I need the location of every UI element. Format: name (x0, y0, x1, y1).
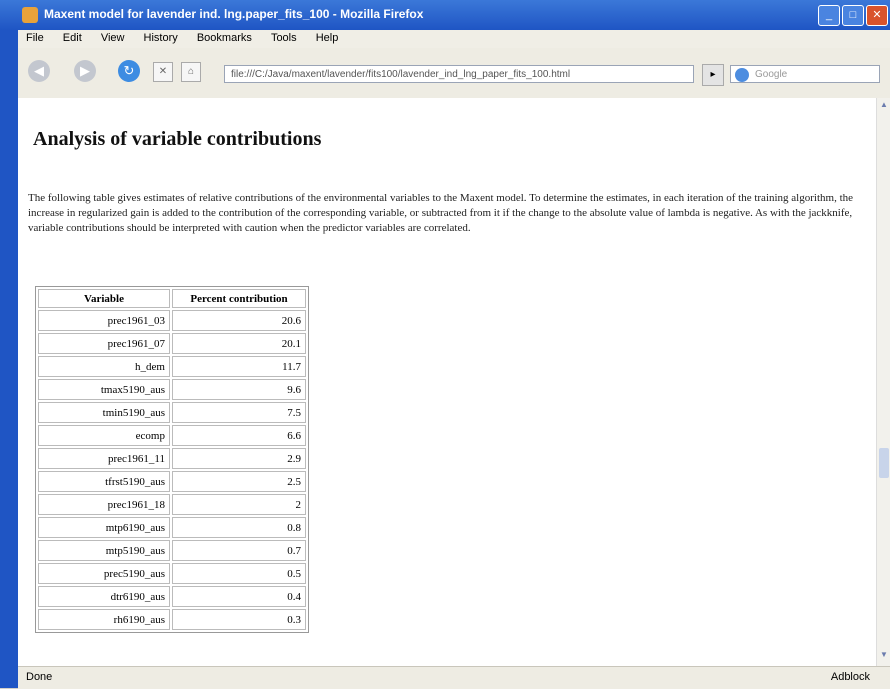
menu-history[interactable]: History (136, 30, 186, 46)
home-icon[interactable]: ⌂ (181, 62, 201, 82)
table-row: prec1961_18 2 (38, 494, 306, 515)
reload-icon[interactable]: ↻ (118, 60, 140, 82)
variable-cell: prec1961_03 (38, 310, 170, 331)
column-header-contribution: Percent contribution (172, 289, 306, 308)
go-button[interactable]: ▸ (702, 64, 724, 86)
minimize-button[interactable]: _ (818, 5, 840, 26)
contribution-table: Variable Percent contribution prec1961_0… (35, 286, 309, 633)
navigation-toolbar: ◀ ▶ ↻ ✕ ⌂ file:///C:/Java/maxent/lavende… (18, 48, 890, 99)
contribution-cell: 0.3 (172, 609, 306, 630)
variable-cell: prec1961_11 (38, 448, 170, 469)
contribution-cell: 20.6 (172, 310, 306, 331)
variable-cell: h_dem (38, 356, 170, 377)
column-header-variable: Variable (38, 289, 170, 308)
contribution-cell: 2.5 (172, 471, 306, 492)
forward-arrow-icon[interactable]: ▶ (74, 60, 96, 82)
variable-cell: prec1961_18 (38, 494, 170, 515)
search-input[interactable]: Google (730, 65, 880, 83)
status-text: Done (26, 671, 53, 683)
stop-icon[interactable]: ✕ (153, 62, 173, 82)
table-row: mtp6190_aus 0.8 (38, 517, 306, 538)
window-title: Maxent model for lavender ind. lng.paper… (44, 7, 424, 21)
variable-cell: mtp5190_aus (38, 540, 170, 561)
window-titlebar: Maxent model for lavender ind. lng.paper… (0, 0, 890, 30)
table-row: prec1961_07 20.1 (38, 333, 306, 354)
maximize-button[interactable]: □ (842, 5, 864, 26)
url-input[interactable]: file:///C:/Java/maxent/lavender/fits100/… (224, 65, 694, 83)
back-arrow-icon[interactable]: ◀ (28, 60, 50, 82)
table-row: prec1961_11 2.9 (38, 448, 306, 469)
contribution-cell: 0.8 (172, 517, 306, 538)
search-engine-icon[interactable] (735, 68, 749, 82)
table-row: tmax5190_aus 9.6 (38, 379, 306, 400)
contribution-cell: 0.4 (172, 586, 306, 607)
page-content: Analysis of variable contributions The f… (18, 98, 876, 666)
variable-cell: prec1961_07 (38, 333, 170, 354)
firefox-icon (22, 7, 38, 23)
table-header-row: Variable Percent contribution (38, 289, 306, 308)
table-row: prec1961_03 20.6 (38, 310, 306, 331)
variable-cell: rh6190_aus (38, 609, 170, 630)
variable-cell: tmin5190_aus (38, 402, 170, 423)
variable-cell: mtp6190_aus (38, 517, 170, 538)
page-heading: Analysis of variable contributions (33, 128, 322, 150)
page-description: The following table gives estimates of r… (28, 192, 854, 234)
menu-file[interactable]: File (18, 30, 52, 46)
adblock-status[interactable]: Adblock (831, 671, 870, 683)
table-row: ecomp 6.6 (38, 425, 306, 446)
contribution-cell: 2.9 (172, 448, 306, 469)
scroll-up-icon[interactable]: ▲ (878, 100, 890, 114)
contribution-cell: 20.1 (172, 333, 306, 354)
table-row: mtp5190_aus 0.7 (38, 540, 306, 561)
table-row: tfrst5190_aus 2.5 (38, 471, 306, 492)
table-row: dtr6190_aus 0.4 (38, 586, 306, 607)
variable-cell: ecomp (38, 425, 170, 446)
scrollbar-thumb[interactable] (879, 448, 889, 478)
status-bar: Done Adblock (18, 666, 890, 689)
variable-cell: tmax5190_aus (38, 379, 170, 400)
menu-edit[interactable]: Edit (55, 30, 90, 46)
menu-bar: File Edit View History Bookmarks Tools H… (18, 30, 890, 48)
variable-cell: dtr6190_aus (38, 586, 170, 607)
variable-cell: prec5190_aus (38, 563, 170, 584)
close-button[interactable]: ✕ (866, 5, 888, 26)
scroll-down-icon[interactable]: ▼ (878, 650, 890, 664)
contribution-cell: 0.7 (172, 540, 306, 561)
contribution-cell: 2 (172, 494, 306, 515)
table-row: prec5190_aus 0.5 (38, 563, 306, 584)
table-row: tmin5190_aus 7.5 (38, 402, 306, 423)
table-row: h_dem 11.7 (38, 356, 306, 377)
contribution-cell: 11.7 (172, 356, 306, 377)
table-row: rh6190_aus 0.3 (38, 609, 306, 630)
vertical-scrollbar[interactable]: ▲ ▼ (876, 98, 890, 666)
menu-help[interactable]: Help (308, 30, 347, 46)
contribution-cell: 9.6 (172, 379, 306, 400)
window-frame (0, 30, 18, 688)
contribution-cell: 7.5 (172, 402, 306, 423)
variable-cell: tfrst5190_aus (38, 471, 170, 492)
contribution-cell: 0.5 (172, 563, 306, 584)
contribution-cell: 6.6 (172, 425, 306, 446)
menu-tools[interactable]: Tools (263, 30, 305, 46)
menu-bookmarks[interactable]: Bookmarks (189, 30, 260, 46)
menu-view[interactable]: View (93, 30, 133, 46)
search-placeholder: Google (755, 69, 788, 80)
